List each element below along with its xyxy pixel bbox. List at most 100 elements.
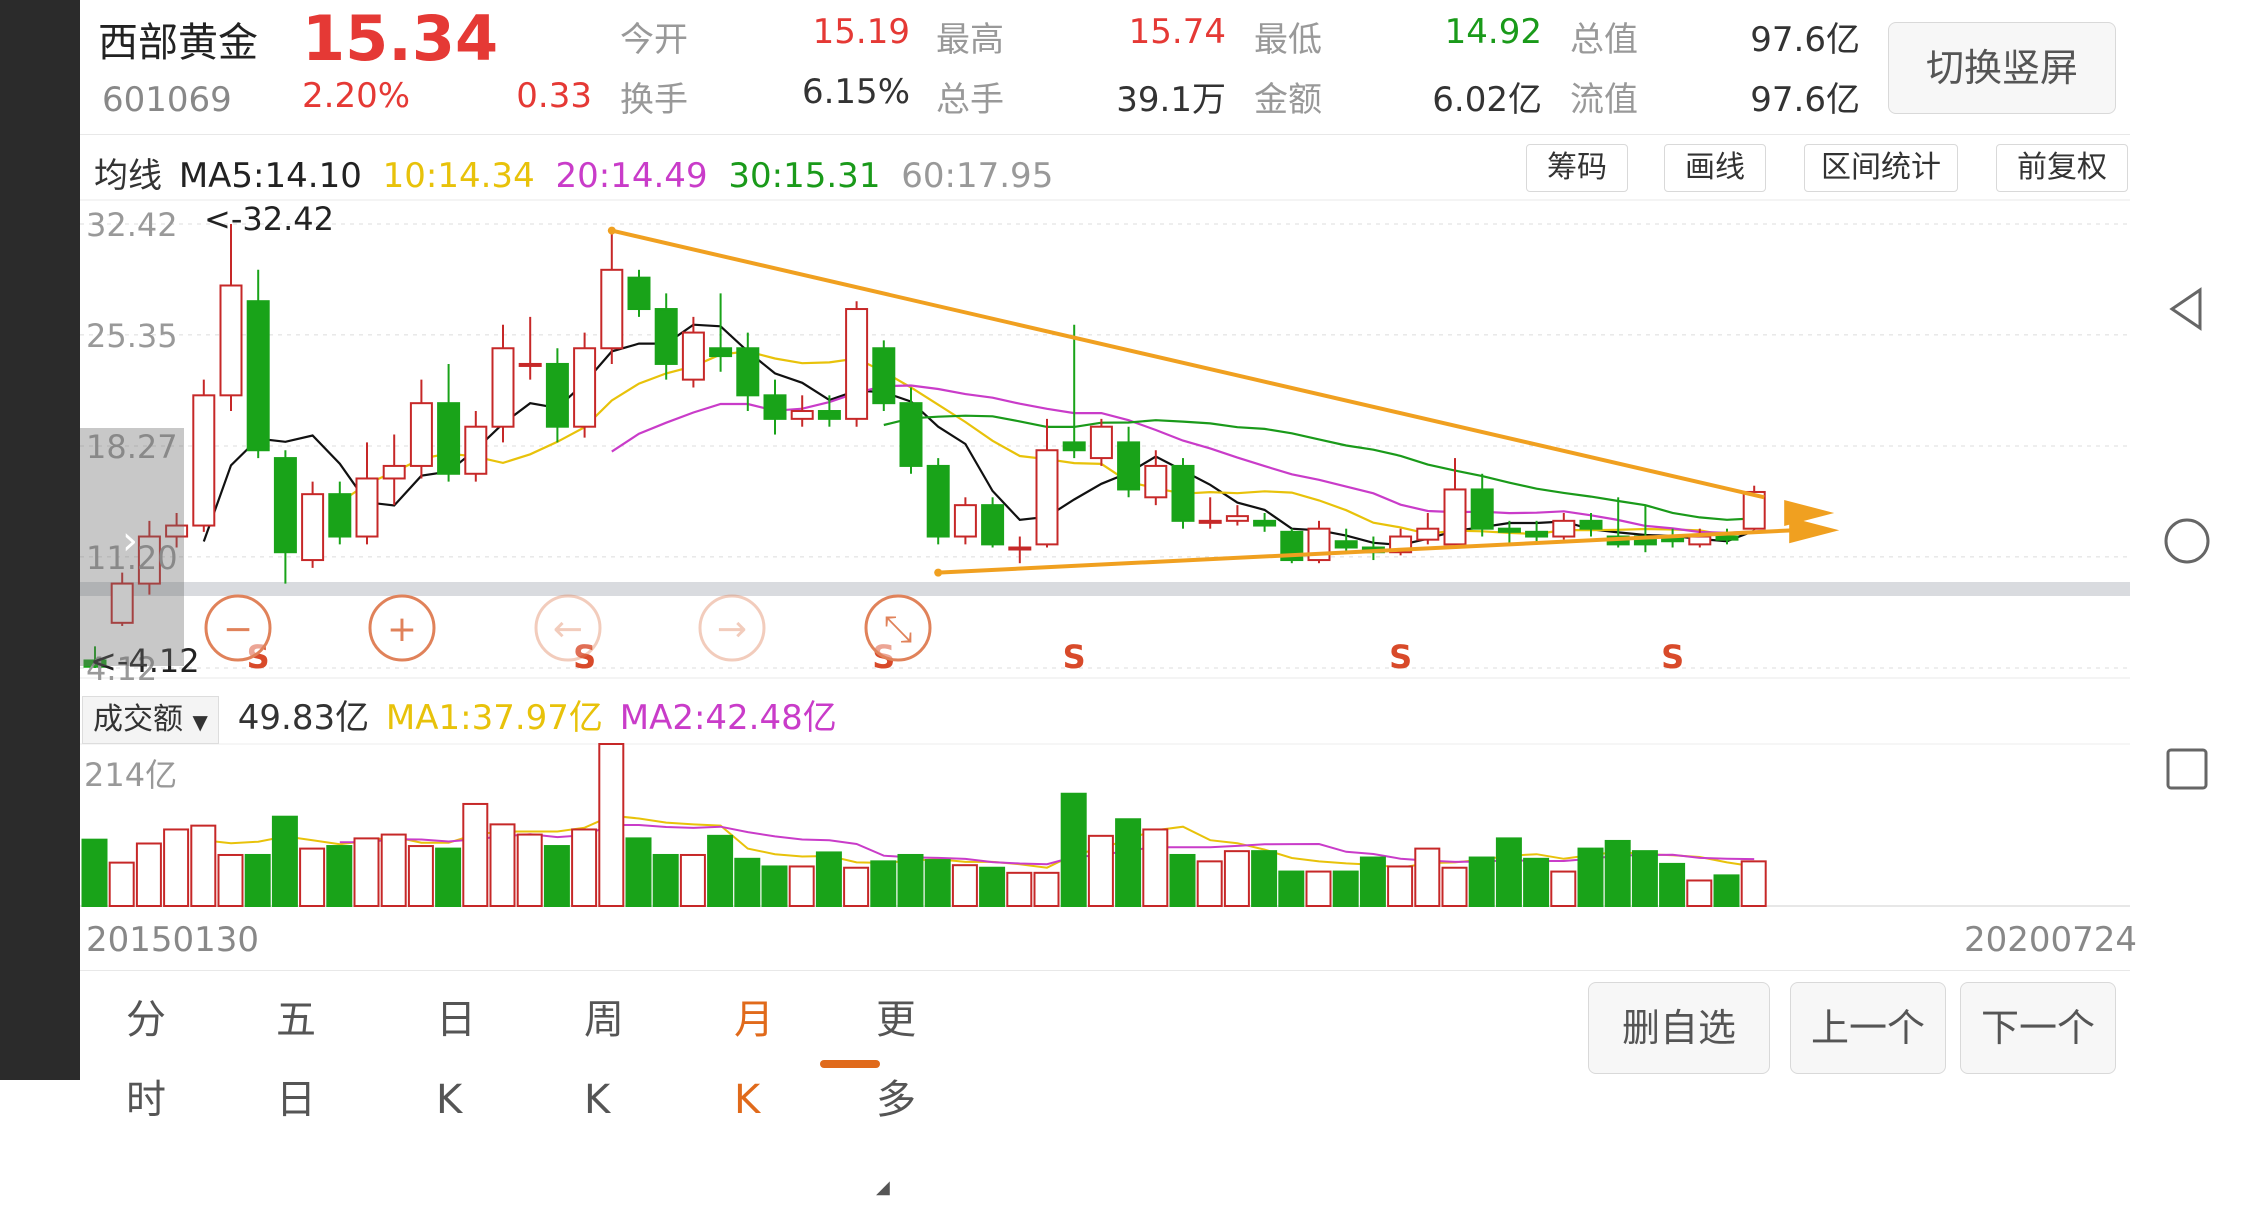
trendline-anchor bbox=[934, 568, 943, 577]
candle bbox=[246, 269, 270, 459]
volume-bar bbox=[81, 838, 108, 908]
candle bbox=[355, 442, 379, 545]
volume-bar bbox=[407, 845, 434, 907]
volume-bar bbox=[1686, 879, 1713, 907]
volume-bar bbox=[1468, 856, 1495, 908]
candle bbox=[491, 324, 515, 443]
tab-five-day[interactable]: 五日 bbox=[276, 980, 316, 1140]
volume-bar bbox=[380, 833, 407, 908]
volume-bar bbox=[1332, 870, 1359, 908]
candle bbox=[328, 481, 352, 545]
end-date: 20200724 bbox=[1964, 920, 2138, 960]
dropdown-icon: ▼ bbox=[192, 709, 208, 734]
candle-body bbox=[1579, 519, 1603, 530]
volume-bar bbox=[1305, 870, 1332, 908]
candle-body bbox=[518, 362, 542, 367]
volume-bar bbox=[271, 815, 298, 908]
fit-icon[interactable]: ⤡ bbox=[864, 594, 932, 662]
candle bbox=[437, 363, 461, 482]
candle-body bbox=[409, 402, 433, 467]
candle-body bbox=[872, 347, 896, 405]
volume-bar bbox=[1169, 853, 1196, 907]
volume-bar bbox=[897, 853, 924, 907]
candle-body bbox=[355, 477, 379, 538]
candle bbox=[845, 301, 869, 427]
pan-right-icon[interactable]: → bbox=[698, 594, 766, 662]
volume-bar bbox=[1278, 870, 1305, 908]
candle bbox=[464, 411, 488, 482]
candle-body bbox=[709, 347, 733, 358]
volume-ma1: MA1:37.97亿 bbox=[385, 698, 603, 738]
volume-indicator-select[interactable]: 成交额 ▼ bbox=[82, 695, 219, 744]
next-stock-button[interactable]: 下一个 bbox=[1960, 982, 2116, 1074]
volume-bar bbox=[1659, 862, 1686, 908]
back-icon[interactable] bbox=[2162, 284, 2212, 334]
remove-watchlist-button[interactable]: 删自选 bbox=[1588, 982, 1770, 1074]
candle-body bbox=[1552, 519, 1576, 538]
zoom-in-icon[interactable]: + bbox=[368, 594, 436, 662]
candle bbox=[1144, 450, 1168, 506]
volume-bar bbox=[1387, 865, 1414, 907]
upper-trendline bbox=[611, 228, 1765, 500]
candle bbox=[1117, 426, 1141, 498]
candle-body bbox=[627, 276, 651, 311]
candle-body bbox=[1525, 530, 1549, 538]
volume-bar bbox=[1251, 850, 1278, 907]
signal-marker: S bbox=[1389, 638, 1412, 676]
candle-body bbox=[219, 284, 243, 397]
signal-marker: S bbox=[1063, 638, 1086, 676]
candle-body bbox=[763, 394, 787, 420]
candle bbox=[627, 269, 651, 317]
candle bbox=[763, 379, 787, 435]
volume-bar bbox=[1414, 847, 1441, 908]
kline-chart[interactable]: SSSSSS 32.4225.3518.2711.204.12<-32.42<-… bbox=[0, 0, 2130, 980]
volume-ma2: MA2:42.48亿 bbox=[619, 698, 837, 738]
volume-bar bbox=[244, 853, 271, 907]
candle-body bbox=[273, 457, 297, 554]
volume-bar bbox=[1577, 847, 1604, 908]
tab-daily-k[interactable]: 日K bbox=[436, 980, 476, 1140]
volume-bar bbox=[543, 845, 570, 907]
candle-body bbox=[1117, 441, 1141, 491]
footer-divider bbox=[80, 970, 2130, 971]
candle bbox=[1334, 528, 1358, 553]
volume-selector-label: 成交额 bbox=[93, 701, 183, 737]
pan-left-icon[interactable]: ← bbox=[534, 594, 602, 662]
control-glyph: − bbox=[223, 609, 253, 650]
candle-body bbox=[1497, 527, 1521, 533]
candle-body bbox=[817, 410, 841, 420]
tab-monthly-k[interactable]: 月K bbox=[734, 980, 774, 1140]
candle-body bbox=[1062, 441, 1086, 452]
candle-body bbox=[1035, 449, 1059, 546]
candle-body bbox=[736, 347, 760, 397]
candle-body bbox=[600, 268, 624, 350]
candle bbox=[1715, 528, 1739, 545]
trendline-anchor bbox=[607, 226, 616, 235]
candle bbox=[926, 458, 950, 545]
previous-stock-button[interactable]: 上一个 bbox=[1790, 982, 1946, 1074]
candle-body bbox=[491, 347, 515, 428]
candle-body bbox=[573, 347, 597, 428]
candle-body bbox=[1144, 464, 1168, 499]
tab-intraday[interactable]: 分时 bbox=[126, 980, 166, 1140]
candle-body bbox=[1171, 464, 1195, 522]
candle bbox=[301, 481, 325, 568]
volume-bar bbox=[1604, 839, 1631, 907]
candle bbox=[382, 434, 406, 506]
candle-body bbox=[681, 331, 705, 381]
candle bbox=[1062, 324, 1086, 459]
tab-weekly-k[interactable]: 周K bbox=[584, 980, 624, 1140]
candle bbox=[600, 230, 624, 364]
home-icon[interactable] bbox=[2162, 516, 2212, 566]
control-glyph: + bbox=[387, 609, 417, 650]
tab-more[interactable]: 更多 ◢ bbox=[876, 980, 916, 1228]
volume-bar bbox=[217, 853, 244, 907]
volume-bar bbox=[353, 837, 380, 907]
volume-bar bbox=[1033, 871, 1060, 908]
candle-body bbox=[1334, 540, 1358, 549]
volume-bar bbox=[1359, 856, 1386, 908]
volume-bar bbox=[1713, 874, 1740, 907]
volume-bar bbox=[1087, 834, 1114, 908]
zoom-out-icon[interactable]: − bbox=[204, 594, 272, 662]
recents-icon[interactable] bbox=[2162, 744, 2212, 794]
